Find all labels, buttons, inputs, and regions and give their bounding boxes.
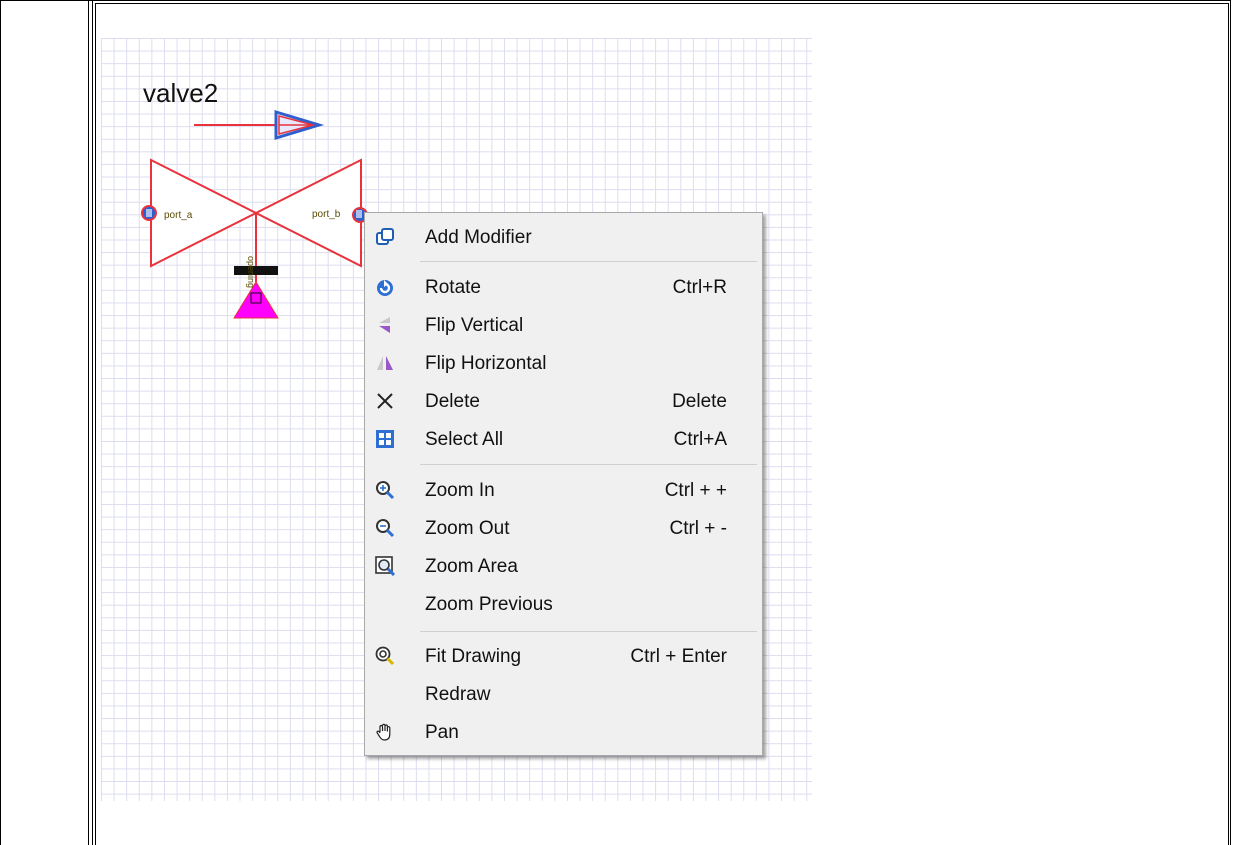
zoom-in-icon: [376, 481, 395, 500]
menu-item-label: Add Modifier: [425, 227, 532, 248]
fit-drawing-icon: [375, 646, 395, 666]
menu-item-label: Delete: [425, 391, 480, 412]
menu-item-label: Flip Vertical: [425, 315, 524, 336]
delete-icon: [377, 393, 393, 409]
menu-item-shortcut: Ctrl + Enter: [630, 646, 727, 667]
component-name-label: valve2: [143, 78, 218, 108]
menu-item-pan[interactable]: Pan: [365, 714, 762, 750]
table-column-divider: [92, 0, 93, 845]
menu-separator: [420, 631, 757, 632]
port-a-connector[interactable]: [141, 205, 157, 221]
menu-item-label: Select All: [425, 429, 504, 450]
add-modifier-icon: [376, 228, 394, 245]
table-column-divider: [88, 0, 89, 845]
select-all-icon: [376, 430, 394, 448]
menu-item-shortcut: Ctrl + -: [669, 518, 727, 539]
menu-item-flip-vertical[interactable]: Flip Vertical: [365, 307, 762, 343]
menu-item-delete[interactable]: Delete Delete: [365, 383, 762, 419]
menu-item-zoom-area[interactable]: Zoom Area: [365, 548, 762, 584]
menu-item-zoom-out[interactable]: Zoom Out Ctrl + -: [365, 510, 762, 546]
menu-item-label: Rotate: [425, 277, 481, 298]
port-b-label: port_b: [312, 209, 341, 220]
menu-item-flip-horizontal[interactable]: Flip Horizontal: [365, 345, 762, 381]
context-menu: Add Modifier Rotate Ctrl+R Flip Vertical…: [364, 212, 763, 756]
menu-item-shortcut: Ctrl + +: [664, 480, 727, 501]
menu-separator: [420, 464, 757, 465]
pan-hand-icon: [376, 723, 391, 741]
flip-vertical-icon: [379, 317, 390, 333]
menu-item-rotate[interactable]: Rotate Ctrl+R: [365, 269, 762, 305]
menu-item-label: Flip Horizontal: [425, 353, 547, 374]
menu-item-shortcut: Ctrl+A: [673, 429, 727, 450]
rotate-icon: [377, 280, 393, 296]
menu-item-label: Zoom Area: [425, 556, 518, 577]
zoom-out-icon: [376, 519, 395, 538]
port-a-label: port_a: [164, 210, 193, 221]
menu-item-zoom-in[interactable]: Zoom In Ctrl + +: [365, 472, 762, 508]
menu-item-fit-drawing[interactable]: Fit Drawing Ctrl + Enter: [365, 638, 762, 674]
menu-item-zoom-previous[interactable]: Zoom Previous: [365, 586, 762, 622]
menu-item-label: Redraw: [425, 684, 491, 705]
menu-item-redraw[interactable]: Redraw: [365, 676, 762, 712]
menu-item-label: Zoom Previous: [425, 594, 553, 615]
menu-item-label: Zoom In: [425, 480, 495, 501]
menu-item-shortcut: Ctrl+R: [672, 277, 727, 298]
menu-item-select-all[interactable]: Select All Ctrl+A: [365, 421, 762, 457]
zoom-area-icon: [375, 556, 395, 576]
menu-item-shortcut: Delete: [672, 391, 727, 412]
menu-item-label: Zoom Out: [425, 518, 510, 539]
menu-separator: [420, 261, 757, 262]
flip-horizontal-icon: [377, 356, 393, 370]
opening-label: opening: [246, 256, 256, 288]
menu-item-add-modifier[interactable]: Add Modifier: [365, 219, 762, 255]
menu-item-label: Fit Drawing: [425, 646, 522, 667]
flow-direction-arrow: [194, 109, 325, 141]
menu-item-label: Pan: [425, 722, 459, 743]
